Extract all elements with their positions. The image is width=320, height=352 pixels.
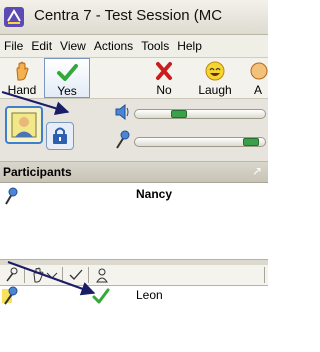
lock-button[interactable] [46,122,74,150]
centra-logo-icon [4,7,24,27]
mic-volume-slider[interactable] [134,137,266,147]
menu-tools[interactable]: Tools [137,39,173,53]
speaker-icon [115,103,129,121]
participant-name: Leon [136,288,163,302]
person-icon[interactable] [94,267,110,283]
participants-title: Participants [3,165,72,179]
applause-icon [250,62,268,80]
menu-actions[interactable]: Actions [90,39,137,53]
lock-icon [53,127,67,144]
yes-button[interactable]: Yes [44,58,90,98]
participant-columns-header [0,265,268,286]
expand-icon[interactable]: ↗ [252,164,262,178]
check-icon[interactable] [68,267,84,283]
menu-bar: File Edit View Actions Tools Help [0,35,268,58]
speaker-volume-slider[interactable] [134,109,266,119]
check-icon [92,288,110,304]
laugh-label: Laugh [198,83,232,97]
column-separator[interactable] [88,267,89,283]
presenter-name[interactable]: Nancy [136,187,172,201]
microphone-icon [5,187,18,205]
laugh-button[interactable]: Laugh [192,58,238,98]
menu-file[interactable]: File [0,39,27,53]
column-separator[interactable] [264,267,265,283]
applause-button[interactable]: A [246,58,270,98]
centra-window: Centra 7 - Test Session (MC File Edit Vi… [0,0,268,352]
yes-label: Yes [57,84,77,98]
column-separator[interactable] [24,267,25,283]
audio-panel [0,99,268,162]
menu-edit[interactable]: Edit [27,39,56,53]
column-separator[interactable] [62,267,63,283]
check-icon [57,64,78,81]
feedback-toolbar: Hand Yes No Laugh A [0,58,268,99]
raise-hand-icon [16,61,29,81]
menu-help[interactable]: Help [173,39,206,53]
window-title: Centra 7 - Test Session (MC [34,7,223,24]
presenter-area: Nancy [0,183,268,259]
title-bar[interactable]: Centra 7 - Test Session (MC [0,0,268,35]
microphone-icon[interactable] [4,267,20,283]
menu-view[interactable]: View [56,39,90,53]
microphone-icon [2,286,18,305]
no-label: No [156,83,172,97]
hand-button[interactable]: Hand [2,58,42,98]
smiley-icon [205,61,225,81]
applause-label: A [253,83,262,97]
participants-header: Participants ↗ [0,162,268,183]
microphone-icon [116,130,130,149]
chevron-down-icon[interactable] [44,267,60,283]
participant-row[interactable]: Leon [0,286,268,306]
mic-volume-thumb[interactable] [243,138,259,146]
video-icon [11,112,37,138]
video-button[interactable] [5,106,43,144]
hand-label: Hand [7,83,37,97]
speaker-volume-thumb[interactable] [171,110,187,118]
no-button[interactable]: No [144,58,184,98]
participant-list: Leon [0,286,268,352]
x-icon [156,62,172,80]
